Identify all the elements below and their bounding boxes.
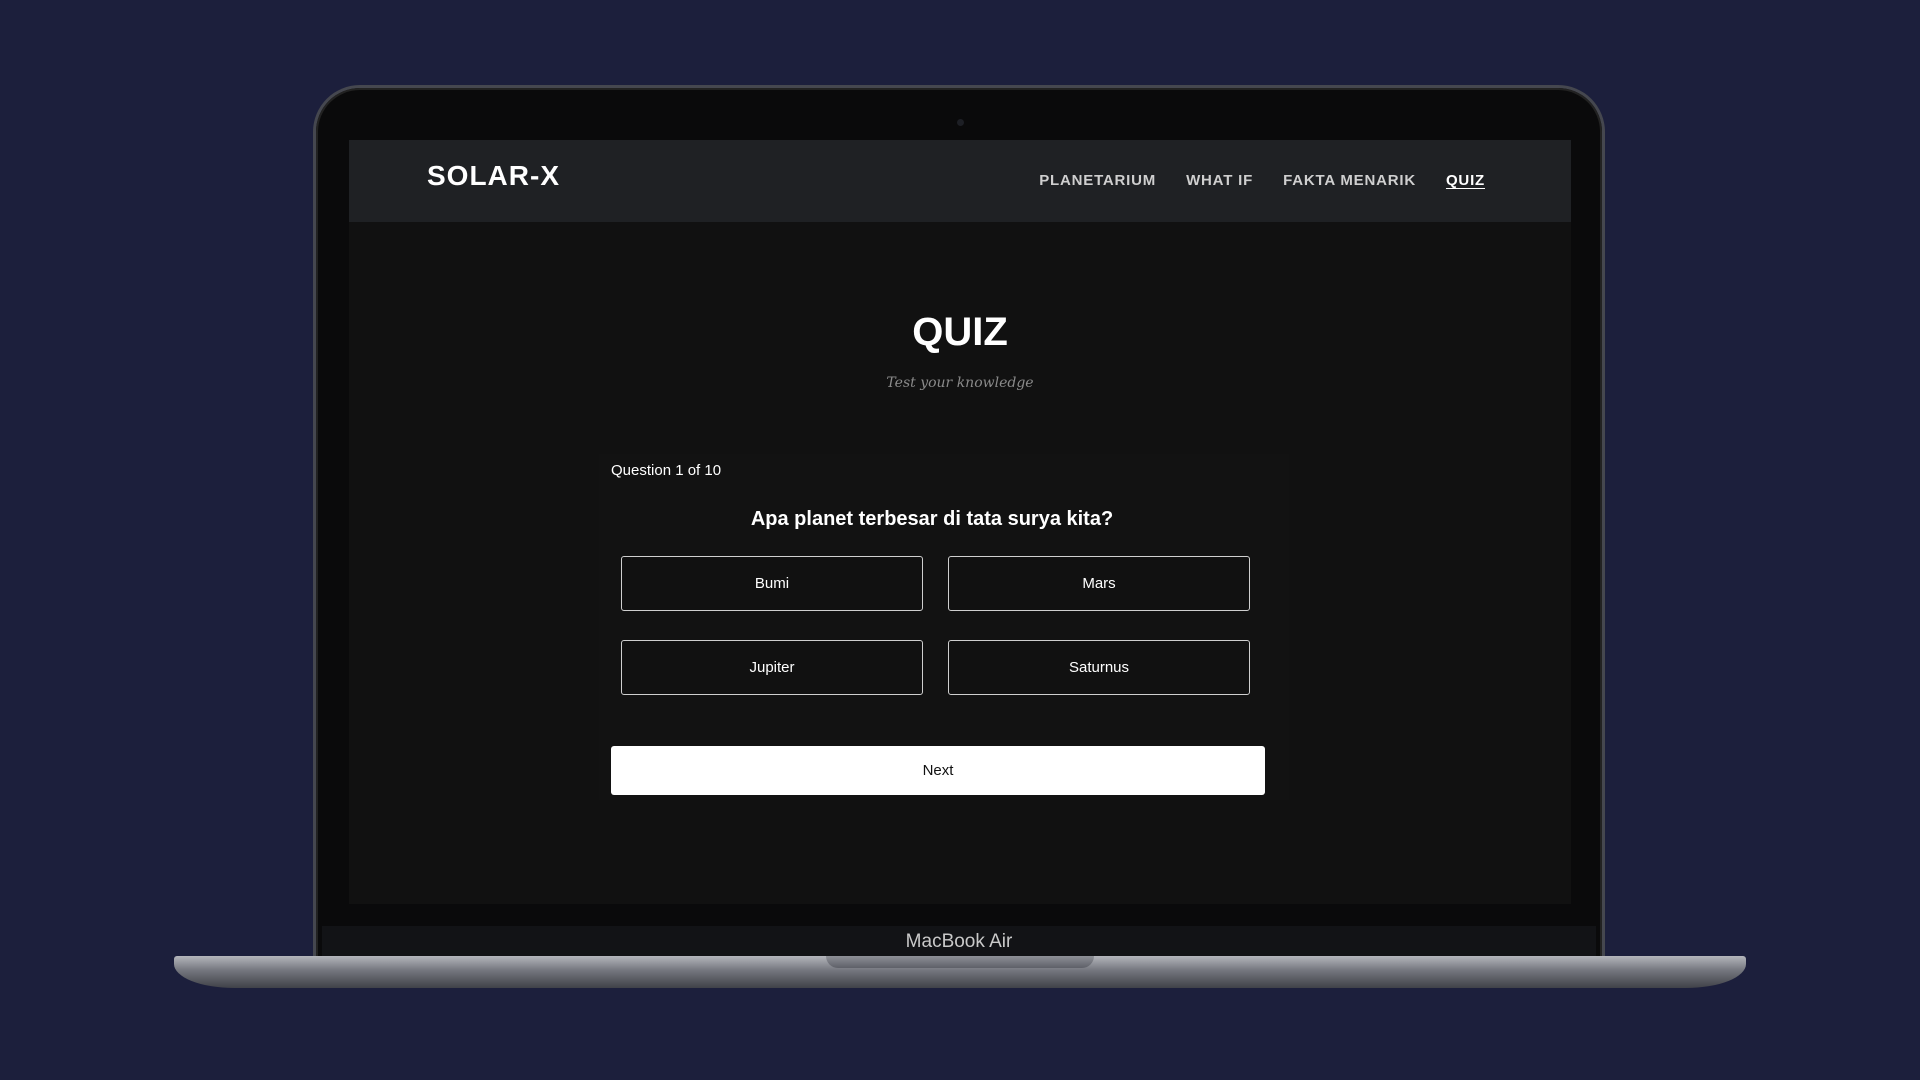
option-button-jupiter[interactable]: Jupiter [621, 640, 923, 695]
device-label: MacBook Air [322, 926, 1596, 956]
question-text: Apa planet terbesar di tata surya kita? [750, 508, 1114, 530]
brand-logo[interactable]: SOLAR-X [427, 160, 560, 192]
option-button-bumi[interactable]: Bumi [621, 556, 923, 611]
navbar: SOLAR-X PLANETARIUM WHAT IF FAKTA MENARI… [349, 140, 1571, 222]
laptop-screen: SOLAR-X PLANETARIUM WHAT IF FAKTA MENARI… [349, 140, 1571, 904]
camera-icon [957, 119, 964, 126]
nav-item-fakta-menarik[interactable]: FAKTA MENARIK [1283, 172, 1416, 189]
laptop-notch [826, 956, 1094, 968]
option-button-saturnus[interactable]: Saturnus [948, 640, 1250, 695]
nav-item-planetarium[interactable]: PLANETARIUM [1039, 172, 1156, 189]
next-button[interactable]: Next [611, 746, 1265, 795]
nav-item-what-if[interactable]: WHAT IF [1186, 172, 1253, 189]
mockup-stage: SOLAR-X PLANETARIUM WHAT IF FAKTA MENARI… [0, 0, 1920, 1080]
nav-item-quiz[interactable]: QUIZ [1446, 172, 1485, 189]
page-subtitle: Test your knowledge [886, 375, 1034, 391]
page-title: QUIZ [912, 310, 1008, 354]
nav-menu: PLANETARIUM WHAT IF FAKTA MENARIK QUIZ [1039, 172, 1485, 189]
option-button-mars[interactable]: Mars [948, 556, 1250, 611]
question-progress: Question 1 of 10 [611, 462, 722, 479]
quiz-card: Question 1 of 10 Apa planet terbesar di … [599, 454, 1289, 800]
